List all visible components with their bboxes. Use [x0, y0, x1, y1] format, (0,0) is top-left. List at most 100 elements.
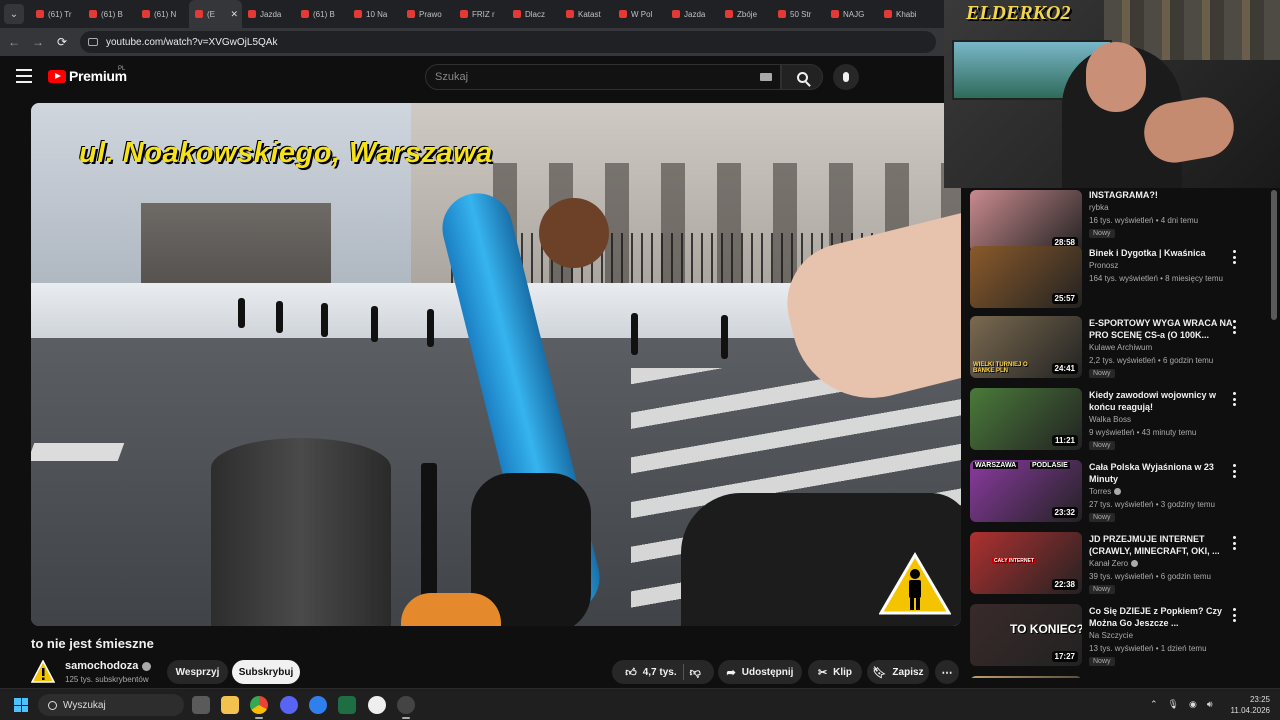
- video-thumbnail[interactable]: 11:21: [970, 388, 1082, 450]
- recommendation-title[interactable]: Binek i Dygotka | Kwaśnica: [1089, 247, 1234, 259]
- browser-tab-label: (61) B: [313, 9, 335, 19]
- chrome-icon[interactable]: [250, 696, 268, 714]
- youtube-favicon-icon: [566, 10, 574, 18]
- video-thumbnail[interactable]: [970, 676, 1082, 678]
- browser-tab[interactable]: Zbóje: [719, 0, 772, 28]
- recommendation-item[interactable]: TO KONIEC? 17:27 Co Się DZIEJE z Popkiem? …: [970, 604, 1270, 674]
- app-icon[interactable]: [309, 696, 327, 714]
- reload-icon[interactable]: ⟳: [56, 35, 68, 49]
- browser-tab[interactable]: Khabi: [878, 0, 931, 28]
- file-explorer-icon[interactable]: [221, 696, 239, 714]
- network-icon[interactable]: ◉: [1189, 699, 1197, 710]
- youtube-logo[interactable]: Premium: [48, 68, 127, 84]
- recommendation-title[interactable]: Co Się DZIEJE z Popkiem? Czy Można Go Je…: [1089, 605, 1234, 629]
- recommendation-title[interactable]: Kiedy zawodowi wojownicy w końcu reagują…: [1089, 389, 1234, 413]
- sidebar-scrollbar[interactable]: [1271, 190, 1277, 320]
- video-thumbnail[interactable]: TO KONIEC? 17:27: [970, 604, 1082, 666]
- search-input[interactable]: Szukaj: [425, 64, 781, 90]
- video-thumbnail[interactable]: WARSZAWA PODLASIE 23:32: [970, 460, 1082, 522]
- support-button[interactable]: Wesprzyj: [167, 660, 228, 684]
- recommendation-channel[interactable]: Kulawe Archiwum: [1089, 343, 1152, 352]
- browser-tab[interactable]: Jazda: [666, 0, 719, 28]
- obs-icon[interactable]: [368, 696, 386, 714]
- more-vertical-icon[interactable]: [1232, 250, 1236, 264]
- video-thumbnail[interactable]: 25:57: [970, 246, 1082, 308]
- menu-icon[interactable]: [16, 69, 32, 83]
- recommendation-title[interactable]: INSTAGRAMA?!: [1089, 189, 1234, 201]
- recommendation-channel[interactable]: Pronosz: [1089, 261, 1118, 270]
- taskbar-search[interactable]: Wyszukaj: [38, 694, 184, 716]
- clip-button[interactable]: ✂ Klip: [808, 660, 862, 684]
- app-icon[interactable]: [397, 696, 415, 714]
- channel-avatar[interactable]: [31, 660, 55, 684]
- volume-icon[interactable]: 🔊︎: [1207, 699, 1213, 710]
- dislike-icon[interactable]: 👎︎: [690, 666, 701, 679]
- more-vertical-icon[interactable]: [1232, 608, 1236, 622]
- recommendation-title[interactable]: E-SPORTOWY WYGA WRACA NA PRO SCENĘ CS-a …: [1089, 317, 1234, 341]
- task-view-icon[interactable]: [192, 696, 210, 714]
- video-thumbnail[interactable]: CAŁY INTERNET 22:38: [970, 532, 1082, 594]
- recommendation-item[interactable]: CAŁY INTERNET 22:38 JD PRZEJMUJE INTERNET …: [970, 532, 1270, 602]
- recommendation-item[interactable]: WIELKI TURNIEJ O BANKE PLN 24:41 E-SPORTOW…: [970, 316, 1270, 386]
- like-count[interactable]: 4,7 tys.: [643, 667, 677, 678]
- clip-label: Klip: [833, 666, 853, 678]
- browser-tab[interactable]: 50 Str: [772, 0, 825, 28]
- recommendation-channel[interactable]: Walka Boss: [1089, 415, 1131, 424]
- recommendation-title[interactable]: Cała Polska Wyjaśniona w 23 Minuty: [1089, 461, 1234, 485]
- video-thumbnail[interactable]: 28:58: [970, 190, 1082, 252]
- browser-tab-label: (61) B: [101, 9, 123, 19]
- subscribe-button[interactable]: Subskrybuj: [232, 660, 300, 684]
- app-icon[interactable]: [338, 696, 356, 714]
- taskbar-clock[interactable]: 23:25 11.04.2026: [1226, 694, 1270, 716]
- forward-icon[interactable]: →: [32, 35, 44, 49]
- recommendation-channel[interactable]: Kanał Zero: [1089, 559, 1139, 568]
- microphone-tray-icon[interactable]: 🎙︎: [1168, 699, 1179, 710]
- browser-tab[interactable]: (61) N: [136, 0, 189, 28]
- more-vertical-icon[interactable]: [1232, 320, 1236, 334]
- tab-search-button[interactable]: ⌄: [4, 4, 24, 24]
- more-vertical-icon[interactable]: [1232, 464, 1236, 478]
- windows-start-icon[interactable]: [14, 698, 28, 712]
- recommendation-channel-name: rybka: [1089, 203, 1109, 212]
- close-tab-icon[interactable]: ✕: [230, 9, 238, 20]
- recommendation-title[interactable]: JD PRZEJMUJE INTERNET (CRAWLY, MINECRAFT…: [1089, 533, 1234, 557]
- recommendation-title[interactable]: 12 OSOBOWY STOLIK Z: [1089, 677, 1234, 678]
- share-button[interactable]: ➦ Udostępnij: [718, 660, 802, 684]
- channel-name-row[interactable]: samochodoza: [65, 660, 152, 672]
- recommendation-item[interactable]: WARSZAWA PODLASIE 23:32 Cała Polska Wyjaśni…: [970, 460, 1270, 530]
- recommendation-item[interactable]: 12 OSOBOWY STOLIK Z: [970, 676, 1270, 678]
- browser-tab[interactable]: Katast: [560, 0, 613, 28]
- save-button[interactable]: 🔖︎ Zapisz: [867, 660, 929, 684]
- discord-icon[interactable]: [280, 696, 298, 714]
- video-player[interactable]: ul. Noakowskiego, Warszawa: [31, 103, 961, 626]
- recommendation-item[interactable]: 25:57 Binek i Dygotka | Kwaśnica Pronosz 16…: [970, 246, 1270, 316]
- browser-tab[interactable]: (E ✕: [189, 0, 242, 28]
- tray-expand-icon[interactable]: ⌃: [1150, 699, 1158, 710]
- meta-separator: •: [1153, 216, 1161, 225]
- more-actions-button[interactable]: ⋯: [935, 660, 959, 684]
- browser-tab[interactable]: Dlacz: [507, 0, 560, 28]
- keyboard-icon[interactable]: [760, 73, 772, 81]
- address-bar[interactable]: youtube.com/watch?v=XVGwOjL5QAk: [80, 31, 936, 53]
- browser-tab[interactable]: NAJG: [825, 0, 878, 28]
- browser-tab[interactable]: Prawo: [401, 0, 454, 28]
- site-info-icon[interactable]: [88, 38, 98, 46]
- browser-tab[interactable]: Jazda: [242, 0, 295, 28]
- recommendation-channel[interactable]: rybka: [1089, 203, 1109, 212]
- browser-tab[interactable]: W Pol: [613, 0, 666, 28]
- recommendation-item[interactable]: 11:21 Kiedy zawodowi wojownicy w końcu re…: [970, 388, 1270, 458]
- browser-tab[interactable]: FRIZ r: [454, 0, 507, 28]
- recommendation-channel[interactable]: Torres: [1089, 487, 1122, 496]
- more-vertical-icon[interactable]: [1232, 536, 1236, 550]
- recommendation-channel[interactable]: Na Szczycie: [1089, 631, 1133, 640]
- browser-tab[interactable]: (61) B: [295, 0, 348, 28]
- like-icon[interactable]: 👍︎: [625, 666, 637, 679]
- browser-tab[interactable]: (61) B: [83, 0, 136, 28]
- browser-tab[interactable]: 10 Na: [348, 0, 401, 28]
- back-icon[interactable]: ←: [8, 35, 20, 49]
- video-thumbnail[interactable]: WIELKI TURNIEJ O BANKE PLN 24:41: [970, 316, 1082, 378]
- browser-tab[interactable]: (61) Tr: [30, 0, 83, 28]
- more-vertical-icon[interactable]: [1232, 392, 1236, 406]
- voice-search-button[interactable]: [833, 64, 859, 90]
- search-button[interactable]: [781, 64, 823, 90]
